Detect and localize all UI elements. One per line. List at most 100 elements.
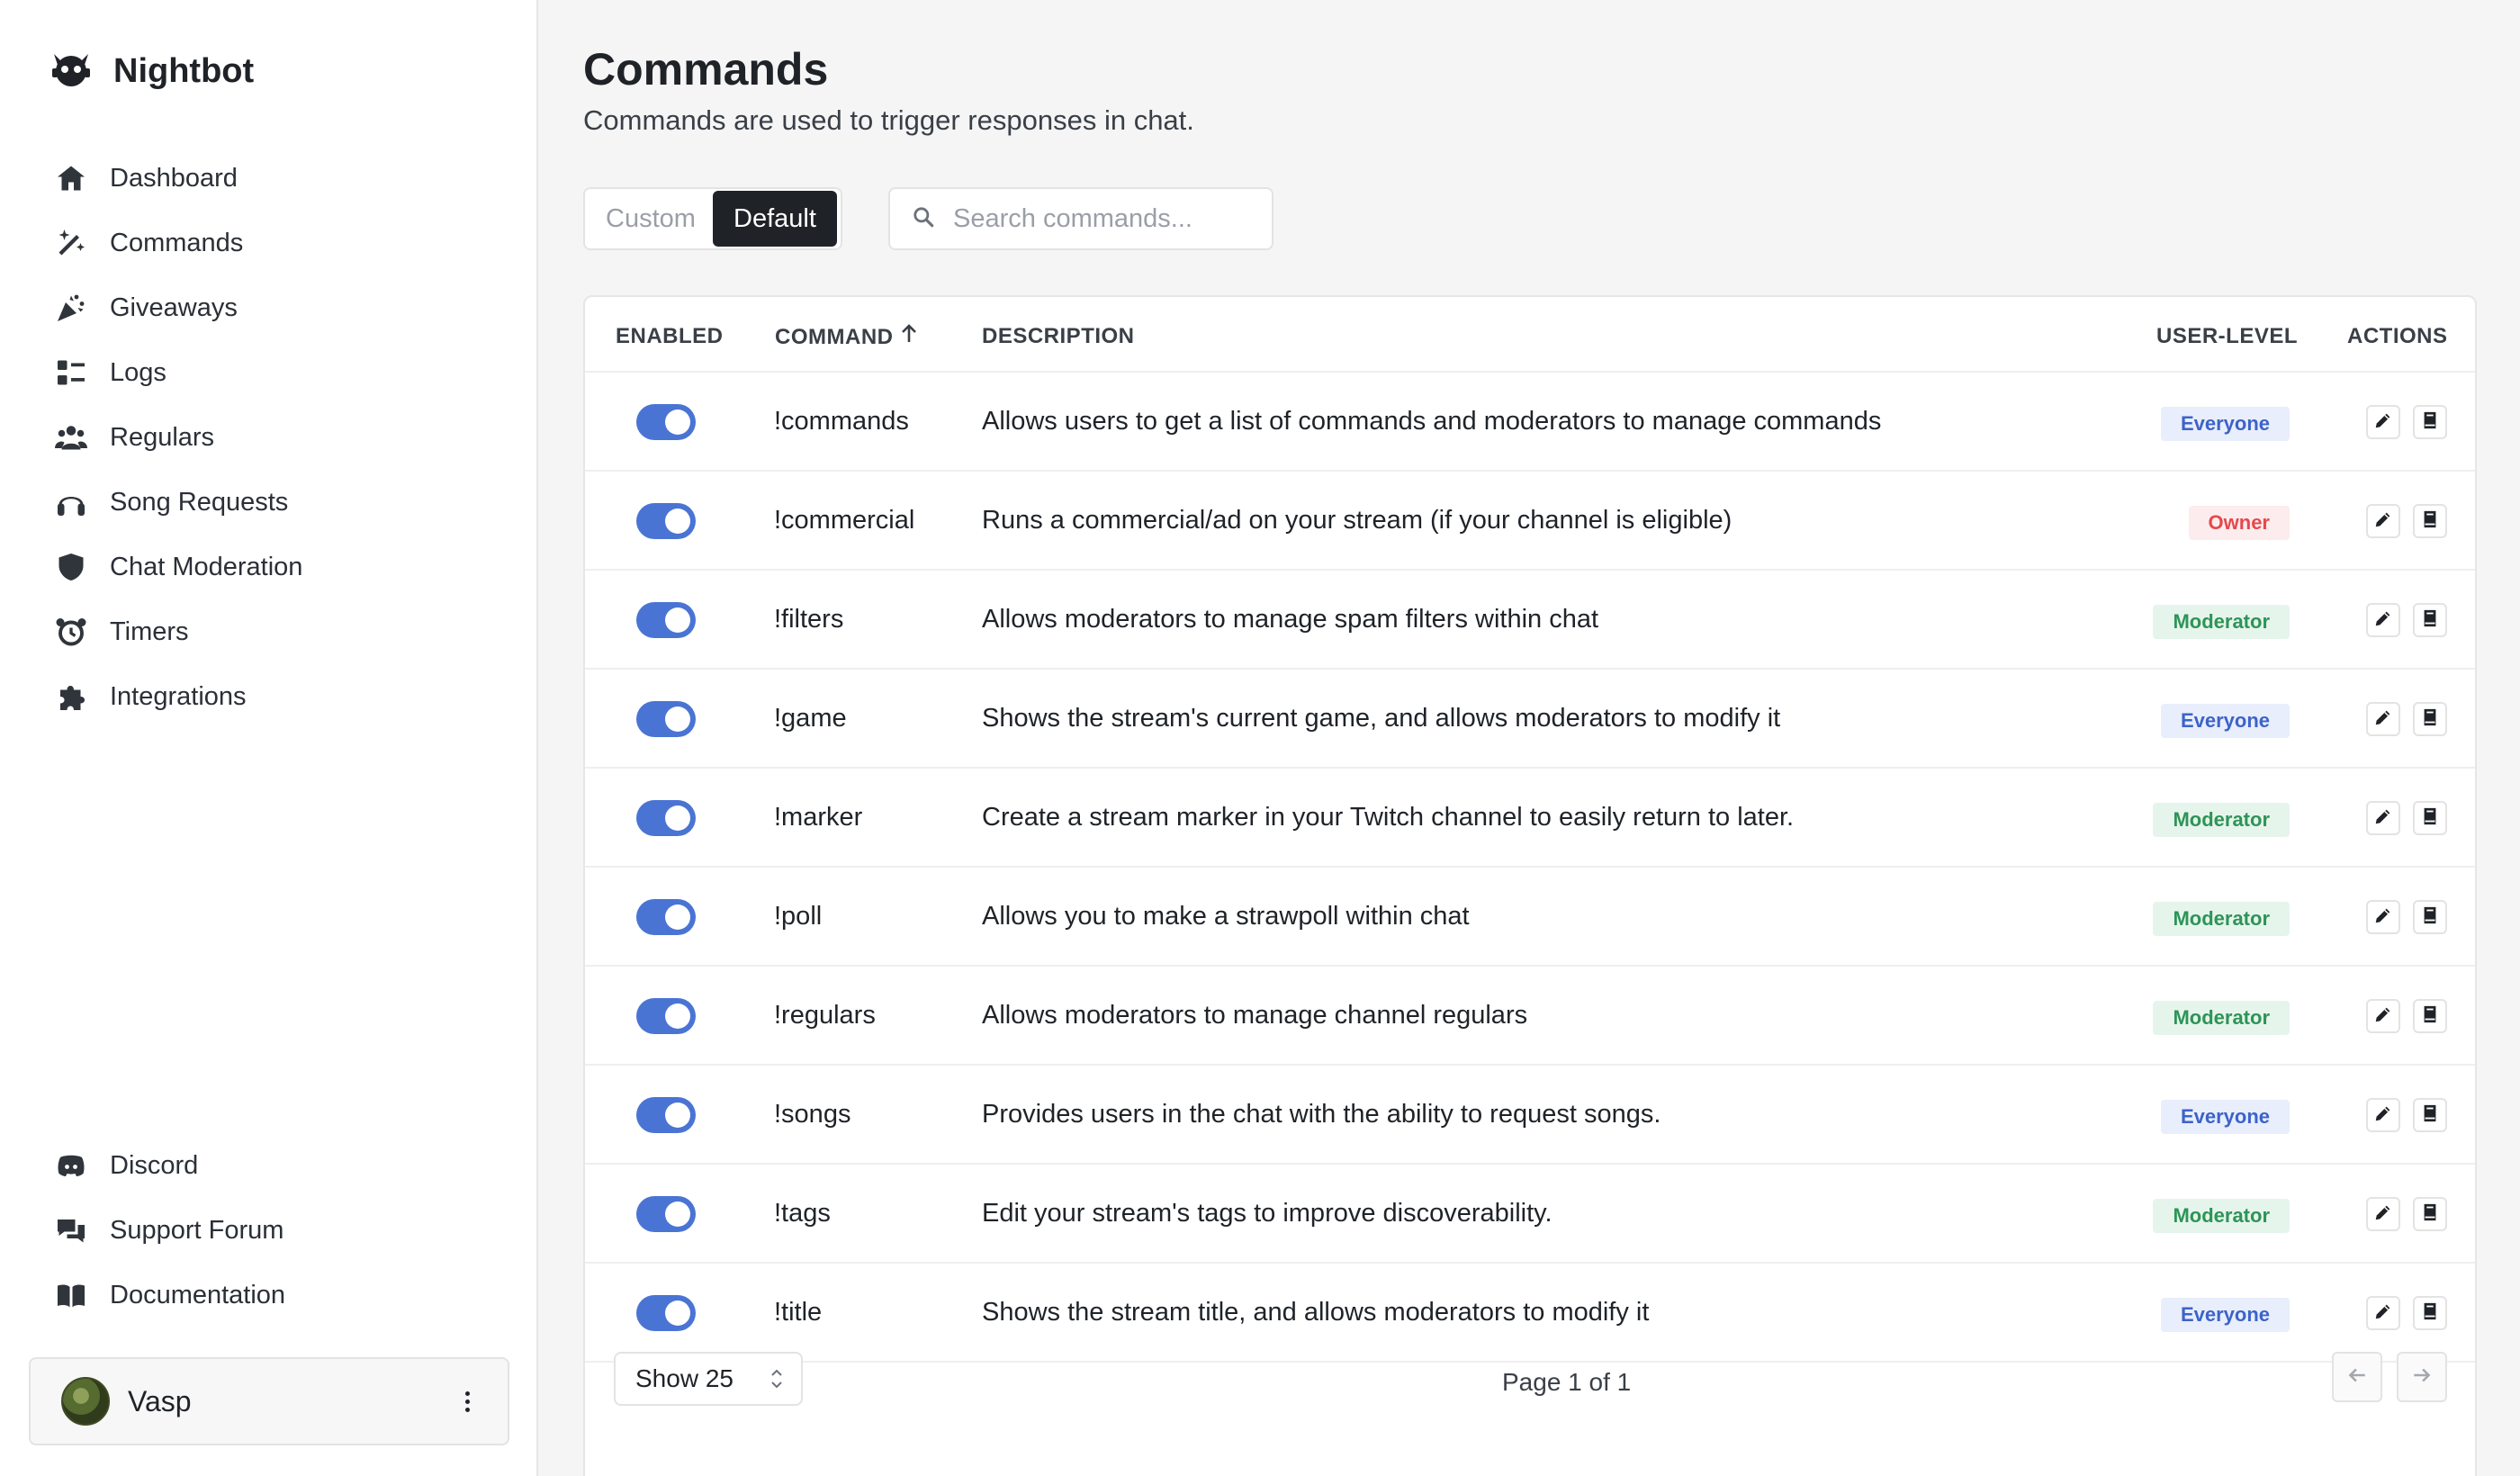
sort-ascending-icon [900,324,918,350]
documentation-button[interactable] [2413,801,2447,835]
sidebar-item-logs[interactable]: Logs [52,340,502,405]
edit-button[interactable] [2366,405,2400,439]
book-icon [2420,707,2440,732]
next-page-button[interactable] [2397,1352,2447,1402]
command-description: Runs a commercial/ad on your stream (if … [982,506,1732,535]
enabled-toggle[interactable] [636,800,696,836]
headphones-icon [52,483,90,521]
edit-button[interactable] [2366,702,2400,736]
command-description: Allows moderators to manage spam filters… [982,605,1599,634]
documentation-button[interactable] [2413,1296,2447,1330]
user-menu[interactable]: Vasp [29,1357,509,1445]
command-name: !marker [774,803,863,832]
documentation-button[interactable] [2413,1197,2447,1231]
user-level-badge: Everyone [2160,1100,2290,1134]
command-description: Create a stream marker in your Twitch ch… [982,803,1795,832]
table-row: !tags Edit your stream's tags to improve … [585,1165,2475,1264]
command-description: Allows you to make a strawpoll within ch… [982,902,1470,931]
book-icon [2420,1004,2440,1029]
sidebar-item-chat-moderation[interactable]: Chat Moderation [52,535,502,599]
home-icon [52,159,90,197]
enabled-toggle[interactable] [636,701,696,737]
command-name: !title [774,1298,823,1327]
sidebar-item-timers[interactable]: Timers [52,599,502,664]
sidebar-item-commands[interactable]: Commands [52,211,502,275]
enabled-toggle[interactable] [636,404,696,440]
shield-icon [52,548,90,586]
arrow-right-icon [2410,1364,2434,1391]
sidebar-item-dashboard[interactable]: Dashboard [52,146,502,211]
command-name: !tags [774,1199,831,1228]
party-popper-icon [52,289,90,327]
column-header-enabled[interactable]: ENABLED [616,324,724,349]
main-nav: Dashboard Commands Giveaways Logs Regula… [52,146,502,729]
enabled-toggle[interactable] [636,503,696,539]
pencil-icon [2373,1103,2393,1128]
previous-page-button[interactable] [2332,1352,2382,1402]
command-type-tabs: Custom Default [583,187,842,250]
enabled-toggle[interactable] [636,1196,696,1232]
documentation-button[interactable] [2413,900,2447,934]
column-header-command[interactable]: COMMAND [775,324,918,350]
tab-default[interactable]: Default [713,191,837,247]
user-name: Vasp [128,1384,192,1418]
sidebar-item-label: Timers [110,616,189,646]
pencil-icon [2373,1301,2393,1326]
magic-wand-icon [52,224,90,262]
edit-button[interactable] [2366,1296,2400,1330]
enabled-toggle[interactable] [636,1295,696,1331]
documentation-button[interactable] [2413,999,2447,1033]
enabled-toggle[interactable] [636,899,696,935]
sidebar-item-integrations[interactable]: Integrations [52,664,502,729]
edit-button[interactable] [2366,1197,2400,1231]
column-header-actions: ACTIONS [2347,324,2448,348]
column-header-user-level: USER-LEVEL [2156,324,2299,348]
enabled-toggle[interactable] [636,602,696,638]
table-row: !poll Allows you to make a strawpoll with… [585,868,2475,967]
sidebar-item-label: Regulars [110,422,215,452]
edit-button[interactable] [2366,504,2400,538]
sidebar-item-documentation[interactable]: Documentation [52,1263,502,1328]
arrow-left-icon [2345,1364,2369,1391]
documentation-button[interactable] [2413,1098,2447,1132]
edit-button[interactable] [2366,999,2400,1033]
documentation-button[interactable] [2413,405,2447,439]
command-description: Shows the stream title, and allows moder… [982,1298,1650,1327]
edit-button[interactable] [2366,900,2400,934]
enabled-toggle[interactable] [636,1097,696,1133]
sidebar-item-regulars[interactable]: Regulars [52,405,502,470]
sidebar-item-label: Song Requests [110,487,289,517]
sidebar-item-giveaways[interactable]: Giveaways [52,275,502,340]
table-row: !commercial Runs a commercial/ad on your … [585,472,2475,571]
edit-button[interactable] [2366,801,2400,835]
more-options-icon[interactable] [454,1390,481,1412]
table-row: !songs Provides users in the chat with th… [585,1066,2475,1165]
pencil-icon [2373,905,2393,930]
edit-button[interactable] [2366,603,2400,637]
sidebar-item-label: Chat Moderation [110,552,303,581]
documentation-button[interactable] [2413,603,2447,637]
avatar [61,1377,110,1426]
search-input[interactable] [953,203,1259,234]
sidebar-item-label: Giveaways [110,292,238,322]
tab-custom[interactable]: Custom [589,191,713,247]
pencil-icon [2373,1202,2393,1227]
page-size-select[interactable]: Show 25 [614,1352,803,1406]
alarm-clock-icon [52,613,90,651]
command-name: !filters [774,605,844,634]
edit-button[interactable] [2366,1098,2400,1132]
sidebar-item-song-requests[interactable]: Song Requests [52,470,502,535]
command-name: !poll [774,902,823,931]
book-icon [2420,1301,2440,1326]
command-name: !game [774,704,847,733]
enabled-toggle[interactable] [636,998,696,1034]
sidebar-item-support-forum[interactable]: Support Forum [52,1198,502,1263]
book-icon [2420,905,2440,930]
brand[interactable]: Nightbot [49,47,254,96]
documentation-button[interactable] [2413,504,2447,538]
table-row: !marker Create a stream marker in your Tw… [585,769,2475,868]
documentation-button[interactable] [2413,702,2447,736]
book-icon [2420,410,2440,435]
sidebar-item-label: Logs [110,357,166,387]
sidebar-item-discord[interactable]: Discord [52,1133,502,1198]
